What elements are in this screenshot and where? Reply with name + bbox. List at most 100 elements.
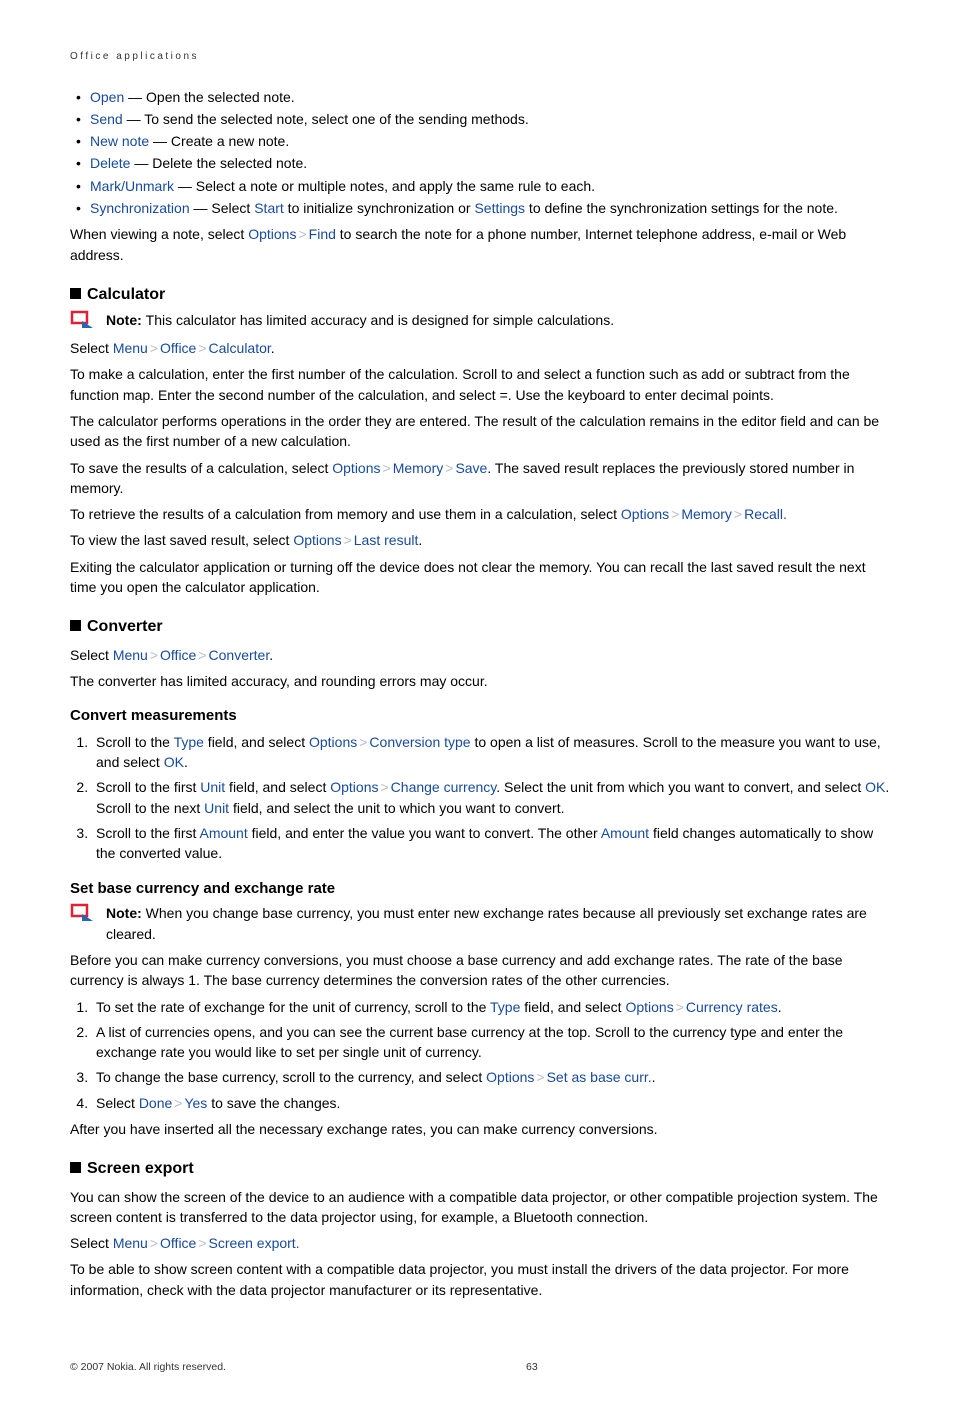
list-item: A list of currencies opens, and you can … [92, 1022, 890, 1063]
note-label: Note: [106, 312, 146, 328]
chevron-right-icon: > [150, 338, 158, 358]
menu-label: Menu [113, 1235, 148, 1251]
app-label: Calculator [209, 340, 271, 356]
list-item: To set the rate of exchange for the unit… [92, 997, 890, 1017]
options-label: Options [625, 999, 673, 1015]
option-term: Send [90, 111, 123, 127]
text: to define the synchronization settings f… [525, 200, 838, 216]
text: field, and enter the value you want to c… [248, 825, 601, 841]
text: field, and select [520, 999, 625, 1015]
paragraph: Exiting the calculator application or tu… [70, 557, 890, 598]
text: . Select the unit from which you want to… [496, 779, 865, 795]
list-item: New note — Create a new note. [70, 131, 890, 151]
chevron-right-icon: > [174, 1093, 182, 1113]
chevron-right-icon: > [298, 224, 306, 244]
text: . [271, 340, 275, 356]
memory-label: Memory [681, 506, 732, 522]
chevron-right-icon: > [198, 338, 206, 358]
ok-label: OK [865, 779, 885, 795]
chevron-right-icon: > [734, 504, 742, 524]
currency-rates-label: Currency rates [686, 999, 778, 1015]
options-label: Options [293, 532, 341, 548]
option-desc: — Select a note or multiple notes, and a… [174, 178, 595, 194]
option-desc: — Delete the selected note. [130, 155, 307, 171]
chevron-right-icon: > [536, 1067, 544, 1087]
last-result-paragraph: To view the last saved result, select Op… [70, 530, 890, 550]
note-body: This calculator has limited accuracy and… [146, 312, 614, 328]
text: Select [70, 1235, 113, 1251]
option-term: Synchronization [90, 200, 190, 216]
option-desc: — Create a new note. [149, 133, 289, 149]
converter-heading: Converter [70, 615, 890, 638]
text: Select [70, 647, 113, 663]
options-label: Options [330, 779, 378, 795]
options-label: Options [309, 734, 357, 750]
conversion-type-label: Conversion type [369, 734, 470, 750]
base-currency-heading: Set base currency and exchange rate [70, 878, 890, 900]
paragraph: Before you can make currency conversions… [70, 950, 890, 991]
text: Select [70, 340, 113, 356]
option-settings: Settings [474, 200, 525, 216]
save-label: Save [455, 460, 487, 476]
text: . [269, 647, 273, 663]
chevron-right-icon: > [671, 504, 679, 524]
option-desc: — To send the selected note, select one … [123, 111, 529, 127]
text: To retrieve the results of a calculation… [70, 506, 621, 522]
note-text: Note: This calculator has limited accura… [106, 310, 614, 332]
text: Scroll to the [96, 734, 174, 750]
option-term: Open [90, 89, 124, 105]
type-label: Type [490, 999, 520, 1015]
converter-path: Select Menu>Office>Converter. [70, 645, 890, 665]
last-result-label: Last result [354, 532, 419, 548]
heading-text: Screen export [87, 1160, 194, 1177]
note-label: Note: [106, 905, 146, 921]
option-term: Delete [90, 155, 130, 171]
list-item: Scroll to the first Unit field, and sele… [92, 777, 890, 818]
office-label: Office [160, 647, 196, 663]
base-currency-steps: To set the rate of exchange for the unit… [70, 997, 890, 1113]
chevron-right-icon: > [380, 777, 388, 797]
paragraph: After you have inserted all the necessar… [70, 1119, 890, 1139]
view-note-paragraph: When viewing a note, select Options>Find… [70, 224, 890, 265]
page-header: Office applications [70, 50, 890, 65]
text: When viewing a note, select [70, 226, 248, 242]
recall-label: Recall. [744, 506, 787, 522]
app-label: Screen export. [209, 1235, 300, 1251]
text: to save the changes. [207, 1095, 340, 1111]
list-item: Scroll to the first Amount field, and en… [92, 823, 890, 864]
office-label: Office [160, 340, 196, 356]
text: To change the base currency, scroll to t… [96, 1069, 486, 1085]
noteculator-note: Note: This calculator has limited accura… [70, 310, 890, 332]
text: To set the rate of exchange for the unit… [96, 999, 490, 1015]
page-footer: © 2007 Nokia. All rights reserved. 63 [70, 1360, 890, 1375]
paragraph: To be able to show screen content with a… [70, 1259, 890, 1300]
recall-paragraph: To retrieve the results of a calculation… [70, 504, 890, 524]
text: . [652, 1069, 656, 1085]
option-term: New note [90, 133, 149, 149]
note-text: Note: When you change base currency, you… [106, 903, 890, 944]
list-item: Scroll to the Type field, and select Opt… [92, 732, 890, 773]
heading-text: Converter [87, 618, 163, 635]
page-number: 63 [526, 1360, 538, 1375]
app-label: Converter [209, 647, 270, 663]
options-label: Options [248, 226, 296, 242]
option-term: Mark/Unmark [90, 178, 174, 194]
text: Select [96, 1095, 139, 1111]
text: . [778, 999, 782, 1015]
options-label: Options [621, 506, 669, 522]
option-start: Start [254, 200, 284, 216]
text: Scroll to the first [96, 779, 200, 795]
unit-label: Unit [200, 779, 225, 795]
list-item: Send — To send the selected note, select… [70, 109, 890, 129]
measurements-steps: Scroll to the Type field, and select Opt… [70, 732, 890, 864]
text: To view the last saved result, select [70, 532, 293, 548]
square-bullet-icon [70, 288, 81, 299]
type-label: Type [174, 734, 204, 750]
ok-label: OK [164, 754, 184, 770]
memory-label: Memory [393, 460, 444, 476]
list-item: To change the base currency, scroll to t… [92, 1067, 890, 1087]
list-item: Open — Open the selected note. [70, 87, 890, 107]
option-desc: — Open the selected note. [124, 89, 294, 105]
text: to initialize synchronization or [284, 200, 475, 216]
text: field, and select the unit to which you … [229, 800, 564, 816]
